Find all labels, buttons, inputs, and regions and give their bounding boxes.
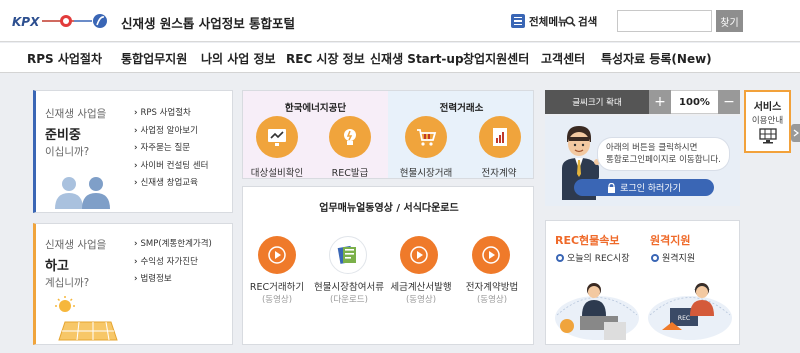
tax-invoice-video-item[interactable]: 세금계산서발행 (동영상) [387,282,455,306]
nav-special-data[interactable]: 특성자료 등록(New) [601,50,712,67]
energy-corp-title: 한국에너지공단 [284,103,347,114]
rec-market-today-link[interactable]: 오늘의 REC시장 [556,251,630,264]
rec-market-today-label: 오늘의 REC시장 [567,254,630,264]
org-card: 한국에너지공단 전력거래소 대상설비확인 REC발급 현물시장거래 전자계약 [242,90,534,179]
rec-trade-video-label: REC거래하기 [249,282,305,293]
e-contract-label[interactable]: 전자계약 [463,165,533,178]
doing-link-profit[interactable]: 수익성 자가진단 [134,254,212,272]
font-size-bar: 글씨크기 확대 + 100% − [545,90,740,114]
font-increase-button[interactable]: + [649,90,671,114]
spot-docs-download-item[interactable]: 현물시장참여서류 (다운로드) [313,282,385,306]
service-guide-toggle[interactable] [791,124,800,142]
tax-invoice-video-sub: (동영상) [405,295,437,305]
facility-check-icon[interactable] [256,116,298,158]
prep-link-rps[interactable]: RPS 사업절차 [134,105,208,123]
service-guide-box[interactable]: 서비스 이용안내 [744,90,791,153]
prep-link-consulting[interactable]: 사이버 컨설팅 센터 [134,158,208,176]
nav-rps-process[interactable]: RPS 사업절차 [27,50,102,67]
nav-integrated-support[interactable]: 통합업무지원 [121,50,187,67]
prep-link-faq[interactable]: 자주묻는 질문 [134,140,208,158]
e-contract-video-label: 전자계약방법 [465,282,519,293]
manual-title: 업무매뉴얼동영상 / 서식다운로드 [319,203,459,214]
prep-big: 준비중 [45,128,81,143]
remote-support-link[interactable]: 원격지원 [651,251,695,264]
spot-market-icon[interactable] [405,116,447,158]
rec-issue-icon[interactable] [329,116,371,158]
facility-check-label[interactable]: 대상설비확인 [243,165,311,178]
doing-line3: 계십니까? [45,277,90,289]
prep-card: 신재생 사업을 준비중 이십니까? RPS 사업절차 사업정 알아보기 자주묻는… [33,90,233,213]
search-label: 검색 [565,13,597,29]
remote-support-title[interactable]: 원격지원 [650,232,690,248]
font-zoom-value: 100% [671,90,718,114]
nav-my-business[interactable]: 나의 사업 정보 [201,50,276,67]
rec-spot-title[interactable]: REC현물속보 [555,232,620,248]
rec-trade-video-sub: (동영상) [261,295,293,305]
doing-link-smp[interactable]: SMP(계통한계가격) [134,236,211,254]
prep-line3: 이십니까? [45,146,90,158]
nav-customer-center[interactable]: 고객센터 [541,50,585,67]
login-button[interactable]: 로그인 하러가기 [574,179,714,196]
logo-text: KPX [12,15,40,29]
lock-icon [608,182,616,193]
all-menu-button[interactable]: 전체메뉴 [511,13,568,29]
login-bubble-line1: 아래의 버튼을 클릭하시면 [606,143,698,153]
e-contract-icon[interactable] [479,116,521,158]
search-input[interactable] [617,10,712,32]
nav-startup[interactable]: 신재생 Start-up [370,50,464,67]
monitor-icon [758,128,777,144]
remote-support-label: 원격지원 [662,254,696,264]
rec-trade-video-item[interactable]: REC거래하기 (동영상) [245,282,309,306]
spot-docs-download-label: 현물시장참여서류 [314,282,384,293]
kpx-logo[interactable]: KPX [12,13,112,29]
tax-invoice-video-label: 세금계산서발행 [390,282,452,293]
spot-docs-download-icon[interactable] [329,236,367,274]
prep-link-learn[interactable]: 사업정 알아보기 [134,123,208,141]
login-bubble: 아래의 버튼을 클릭하시면 통합로그인페이지로 이동합니다. [598,138,729,170]
login-bubble-line2: 통합로그인페이지로 이동합니다. [606,155,721,165]
all-menu-label: 전체메뉴 [529,15,568,28]
font-size-label: 글씨크기 확대 [545,90,649,114]
people-icon [55,177,110,209]
menu-icon [511,14,525,28]
radio-dot-icon [651,253,659,262]
search-button[interactable]: 찾기 [716,10,743,32]
spot-market-label[interactable]: 현물시장거래 [388,165,464,178]
site-title[interactable]: 신재생 원스톱 사업정보 통합포털 [121,13,295,32]
prep-links: RPS 사업절차 사업정 알아보기 자주묻는 질문 사이버 컨설팅 센터 신재생… [134,105,208,193]
search-icon [565,15,576,27]
main-nav: RPS 사업절차 통합업무지원 나의 사업 정보 REC 시장 정보 신재생 S… [0,43,800,73]
doing-big: 하고 [45,259,69,274]
e-contract-video-sub: (동영상) [476,295,508,305]
rec-issue-label[interactable]: REC발급 [316,165,384,178]
prep-link-education[interactable]: 신재생 창업교육 [134,175,208,193]
doing-links: SMP(계통한계가격) 수익성 자가진단 법령정보 [134,236,212,289]
power-exchange-title: 전력거래소 [439,103,484,114]
doing-line1: 신재생 사업을 [45,239,107,251]
header: KPX 신재생 원스톱 사업정보 통합포털 전체메뉴 검색 찾기 [0,0,800,42]
tax-invoice-video-icon[interactable] [400,236,438,274]
solar-panel-icon [55,296,118,341]
manual-card: 업무매뉴얼동영상 / 서식다운로드 REC거래하기 (동영상) 현물시장참여서류… [242,186,534,345]
doing-link-law[interactable]: 법령정보 [134,271,212,289]
e-contract-video-item[interactable]: 전자계약방법 (동영상) [459,282,525,306]
rec-illustration: REC [555,283,732,340]
chevron-right-icon [793,129,799,137]
doing-card: 신재생 사업을 하고 계십니까? SMP(계통한계가격) 수익성 자가진단 법령… [33,223,233,345]
prep-line1: 신재생 사업을 [45,108,107,120]
nav-startup-center[interactable]: 창업지원센터 [463,50,529,67]
login-button-label: 로그인 하러가기 [620,184,681,194]
rec-trade-video-icon[interactable] [258,236,296,274]
spot-docs-download-sub: (다운로드) [330,295,368,305]
radio-dot-icon [556,253,564,262]
service-guide-line1: 서비스 [753,102,782,113]
font-decrease-button[interactable]: − [718,90,740,114]
e-contract-video-icon[interactable] [472,236,510,274]
service-guide-line2: 이용안내 [751,116,784,126]
nav-rec-market[interactable]: REC 시장 정보 [286,50,365,67]
search-label-text: 검색 [578,15,598,28]
rec-monitor-text: REC [678,315,690,322]
